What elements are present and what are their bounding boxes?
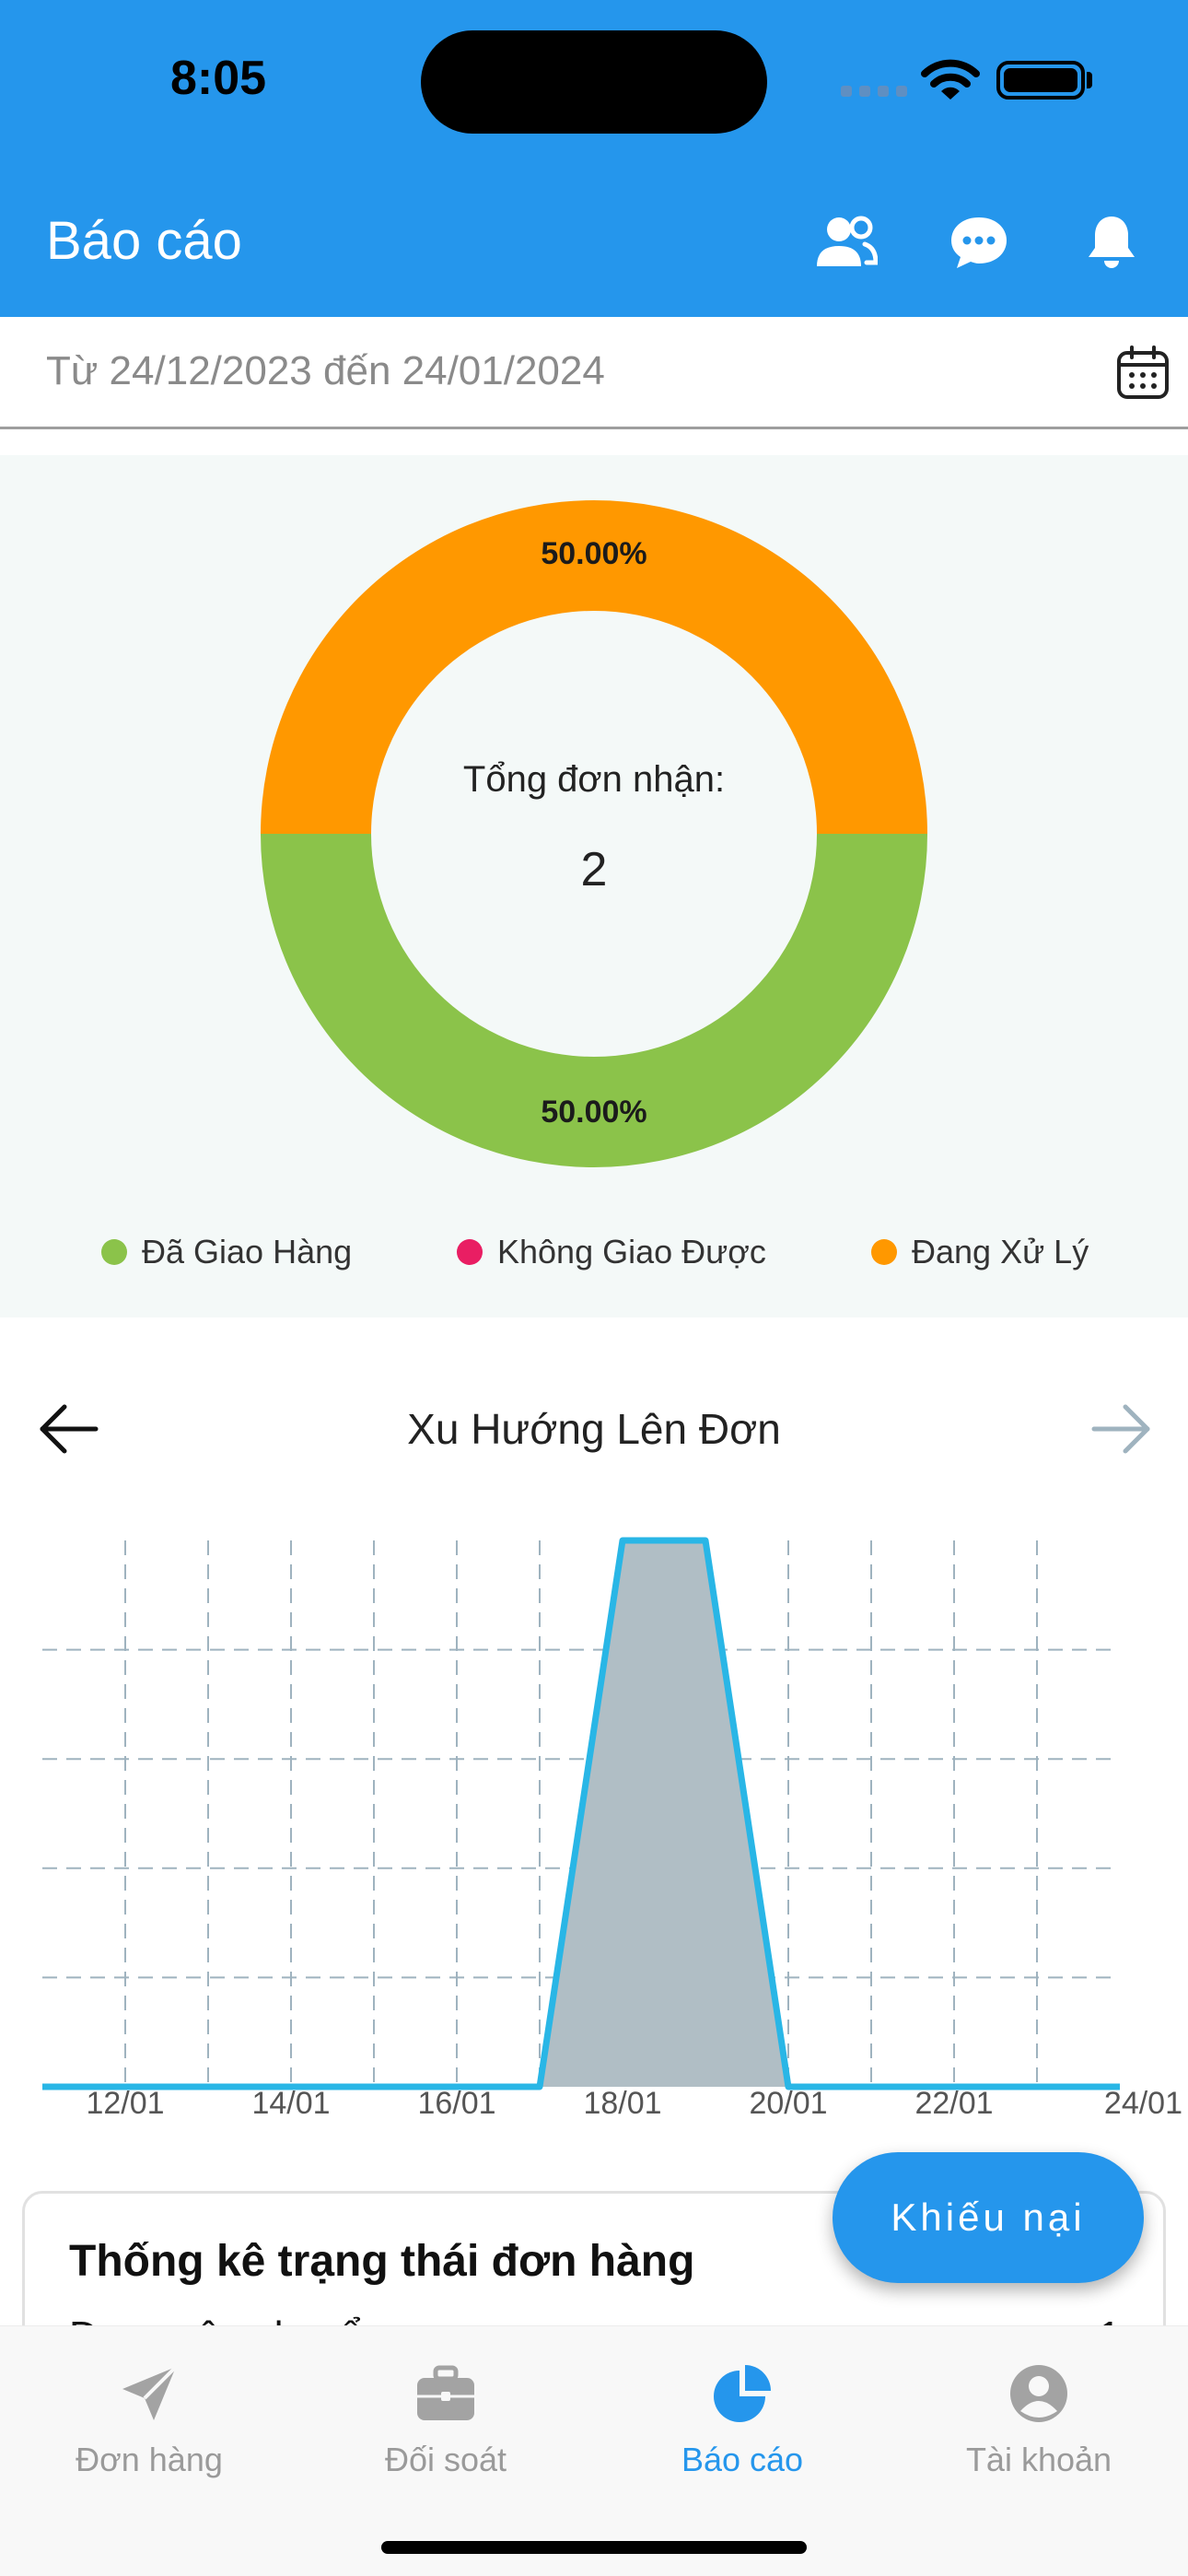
trend-line-chart xyxy=(42,1537,1120,2090)
nav-item-orders[interactable]: Đơn hàng xyxy=(2,2359,297,2479)
order-status-donut-chart: 50.00% 50.00% Tổng đơn nhận: 2 Đã Giao H… xyxy=(0,455,1188,1317)
send-icon xyxy=(2,2359,297,2428)
card-title: Thống kê trạng thái đơn hàng xyxy=(69,2237,695,2286)
battery-cap xyxy=(1087,72,1092,88)
legend-dot-pink xyxy=(457,1239,483,1265)
bottom-navigation: Đơn hàng Đối soát Báo cáo Tài khoản xyxy=(0,2325,1188,2576)
trend-title: Xu Hướng Lên Đơn xyxy=(407,1405,781,1453)
total-orders-label: Tổng đơn nhận: xyxy=(462,759,726,800)
donut-top-percentage: 50.00% xyxy=(541,536,647,571)
x-tick-label: 12/01 xyxy=(86,2086,165,2121)
battery-icon xyxy=(996,61,1085,100)
x-tick-label: 18/01 xyxy=(583,2086,662,2121)
wifi-icon xyxy=(921,59,980,100)
date-range-text: Từ 24/12/2023 đến 24/01/2024 xyxy=(46,348,605,393)
page-title: Báo cáo xyxy=(46,211,242,271)
total-orders-value: 2 xyxy=(580,843,608,896)
chat-icon[interactable] xyxy=(947,210,1011,275)
complaint-button[interactable]: Khiếu nại xyxy=(833,2152,1144,2283)
arrow-left-icon[interactable] xyxy=(37,1397,101,1461)
nav-item-reconciliation[interactable]: Đối soát xyxy=(298,2359,593,2479)
app-screen: 8:05 Báo cáo Từ 24/12/2023 đến 24/01/202… xyxy=(0,0,1188,2576)
legend-label: Không Giao Được xyxy=(497,1233,766,1270)
x-tick-label: 24/01 xyxy=(1103,2086,1182,2121)
app-header: 8:05 Báo cáo xyxy=(0,0,1188,317)
legend-label: Đang Xử Lý xyxy=(912,1233,1089,1270)
legend-label: Đã Giao Hàng xyxy=(142,1233,353,1270)
x-tick-label: 14/01 xyxy=(251,2086,331,2121)
bell-icon[interactable] xyxy=(1079,210,1144,275)
nav-label: Báo cáo xyxy=(681,2441,804,2478)
legend-item-delivered: Đã Giao Hàng xyxy=(101,1233,352,1271)
calendar-icon[interactable] xyxy=(1116,345,1170,400)
legend-dot-green xyxy=(101,1239,127,1265)
arrow-right-icon[interactable] xyxy=(1089,1397,1153,1461)
account-icon xyxy=(891,2359,1186,2428)
date-range-field[interactable]: Từ 24/12/2023 đến 24/01/2024 xyxy=(0,317,1188,429)
users-icon[interactable] xyxy=(814,210,879,275)
x-tick-label: 16/01 xyxy=(417,2086,496,2121)
donut-svg xyxy=(261,500,927,1167)
donut-bottom-percentage: 50.00% xyxy=(541,1095,647,1130)
nav-label: Đơn hàng xyxy=(76,2441,223,2478)
x-tick-label: 20/01 xyxy=(749,2086,828,2121)
nav-item-reports[interactable]: Báo cáo xyxy=(595,2359,890,2479)
legend-item-processing: Đang Xử Lý xyxy=(871,1233,1089,1271)
legend-dot-orange xyxy=(871,1239,897,1265)
pie-chart-icon xyxy=(595,2359,890,2428)
briefcase-icon xyxy=(298,2359,593,2428)
dynamic-island xyxy=(421,30,767,134)
status-time: 8:05 xyxy=(170,52,267,105)
home-indicator xyxy=(381,2541,807,2554)
legend-item-failed: Không Giao Được xyxy=(457,1233,766,1271)
nav-item-account[interactable]: Tài khoản xyxy=(891,2359,1186,2479)
nav-label: Đối soát xyxy=(384,2441,507,2478)
x-tick-label: 22/01 xyxy=(914,2086,994,2121)
nav-label: Tài khoản xyxy=(965,2441,1112,2478)
cellular-signal-icon xyxy=(841,86,907,97)
